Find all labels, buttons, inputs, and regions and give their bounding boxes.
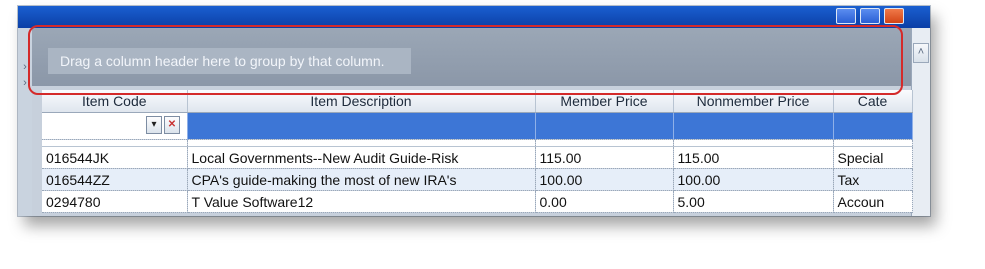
category-filter-cell[interactable] bbox=[833, 112, 913, 140]
chevron-right-icon[interactable]: › bbox=[19, 76, 31, 90]
chevron-up-icon: ˄ bbox=[917, 46, 925, 58]
close-button[interactable] bbox=[884, 8, 904, 24]
member-price-cell[interactable]: 115.00 bbox=[535, 146, 674, 169]
member-price-cell[interactable]: 0.00 bbox=[535, 190, 674, 213]
item-code-cell[interactable]: 016544JK bbox=[42, 146, 188, 169]
item-code-filter-input[interactable]: ▾ ✕ bbox=[42, 112, 188, 140]
column-header-item-description[interactable]: Item Description bbox=[187, 90, 536, 113]
minimize-button[interactable] bbox=[836, 8, 856, 24]
row-separator bbox=[42, 139, 913, 147]
left-panel-edge: › › bbox=[18, 28, 33, 216]
item-description-cell[interactable]: CPA's guide-making the most of new IRA's bbox=[187, 168, 536, 191]
item-description-cell[interactable]: T Value Software12 bbox=[187, 190, 536, 213]
member-price-cell[interactable]: 100.00 bbox=[535, 168, 674, 191]
column-header-member-price[interactable]: Member Price bbox=[535, 90, 674, 113]
column-header-item-code[interactable]: Item Code bbox=[42, 90, 188, 113]
nonmember-price-filter-cell[interactable] bbox=[673, 112, 834, 140]
item-code-cell[interactable]: 0294780 bbox=[42, 190, 188, 213]
nonmember-price-cell[interactable]: 115.00 bbox=[673, 146, 834, 169]
items-table: Item Code Item Description Member Price … bbox=[42, 90, 913, 213]
nonmember-price-cell[interactable]: 100.00 bbox=[673, 168, 834, 191]
category-cell[interactable]: Special bbox=[833, 146, 913, 169]
column-header-nonmember-price[interactable]: Nonmember Price bbox=[673, 90, 834, 113]
column-header-row: Item Code Item Description Member Price … bbox=[42, 90, 913, 113]
category-cell[interactable]: Accoun bbox=[833, 190, 913, 213]
scroll-up-button[interactable]: ˄ bbox=[913, 43, 929, 63]
chevron-right-icon[interactable]: › bbox=[19, 60, 31, 74]
chevron-down-icon[interactable]: ▾ bbox=[146, 116, 162, 134]
group-by-panel[interactable]: Drag a column header here to group by th… bbox=[32, 28, 912, 86]
item-description-filter-cell[interactable] bbox=[187, 112, 536, 140]
maximize-button[interactable] bbox=[860, 8, 880, 24]
category-cell[interactable]: Tax bbox=[833, 168, 913, 191]
clear-filter-icon[interactable]: ✕ bbox=[164, 116, 180, 134]
item-code-cell[interactable]: 016544ZZ bbox=[42, 168, 188, 191]
nonmember-price-cell[interactable]: 5.00 bbox=[673, 190, 834, 213]
table-row[interactable]: 0294780 T Value Software12 0.00 5.00 Acc… bbox=[42, 190, 913, 213]
application-window: › › Drag a column header here to group b… bbox=[18, 6, 930, 216]
column-header-category[interactable]: Cate bbox=[833, 90, 913, 113]
item-description-cell[interactable]: Local Governments--New Audit Guide-Risk bbox=[187, 146, 536, 169]
table-row[interactable]: 016544JK Local Governments--New Audit Gu… bbox=[42, 146, 913, 169]
data-grid: Drag a column header here to group by th… bbox=[32, 28, 930, 216]
group-by-hint: Drag a column header here to group by th… bbox=[48, 48, 411, 74]
table-row[interactable]: 016544ZZ CPA's guide-making the most of … bbox=[42, 168, 913, 191]
window-title-bar bbox=[18, 6, 930, 28]
member-price-filter-cell[interactable] bbox=[535, 112, 674, 140]
filter-row: ▾ ✕ bbox=[42, 112, 913, 140]
vertical-scrollbar[interactable]: ˄ bbox=[911, 28, 930, 216]
